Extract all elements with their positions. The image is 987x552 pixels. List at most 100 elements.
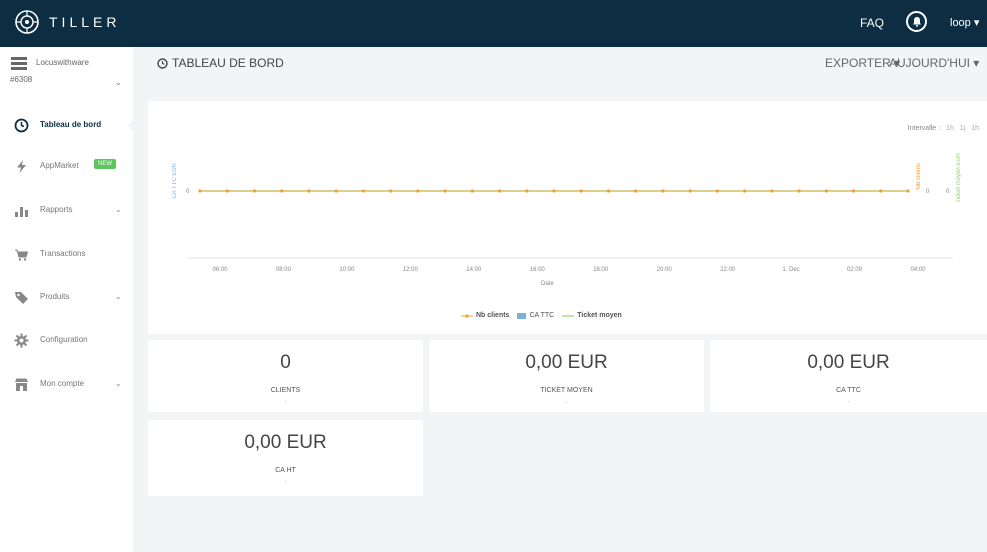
brand-logo[interactable]: TILLER [14,9,120,35]
faq-link[interactable]: FAQ [860,16,884,30]
data-point-nb-clients[interactable] [225,189,229,193]
data-point-nb-clients[interactable] [770,189,774,193]
kpi-card-ca-ttc: 0,00 EUR CA TTC - [710,340,987,412]
data-point-nb-clients[interactable] [797,189,801,193]
chevron-down-icon: ⌄ [115,292,122,301]
cart-icon [15,249,29,261]
legend-item-ticket[interactable]: Ticket moyen [562,312,622,319]
data-point-nb-clients[interactable] [389,189,393,193]
kpi-label: CLIENTS [270,387,301,394]
data-point-nb-clients[interactable] [334,189,338,193]
x-tick-label: 08:00 [275,267,291,273]
data-point-nb-clients[interactable] [361,189,365,193]
data-point-nb-clients[interactable] [743,189,747,193]
kpi-card-ticket: 0,00 EUR TICKET MOYEN - [429,340,704,412]
x-tick-label: 1. Dec [782,267,800,273]
data-point-nb-clients[interactable] [606,189,611,193]
data-point-nb-clients[interactable] [688,189,692,193]
kpi-card-clients: 0 CLIENTS - [148,340,423,412]
sidebar-item-reports[interactable]: Rapports ⌄ [0,198,133,224]
sidebar-item-configuration[interactable]: Configuration [0,328,133,354]
x-tick-label: 14:00 [466,267,482,273]
left-tick-label: 0 [186,189,190,195]
data-point-nb-clients[interactable] [252,189,257,193]
bell-icon [912,17,921,27]
data-point-nb-clients[interactable] [470,189,474,193]
x-axis-label: Date [541,281,554,287]
top-bar: TILLER FAQ loop ▾ [0,0,987,47]
kpi-card-ca-ht: 0,00 EUR CA HT - [148,420,423,496]
kpi-value: 0,00 EUR [525,352,608,373]
data-point-nb-clients[interactable] [906,189,910,193]
legend-line-marker [461,313,473,318]
store-selector[interactable]: Locuswithware #6308 ⌄ [10,55,130,95]
bolt-icon [17,160,26,173]
kpi-sub: - [847,399,850,406]
data-point-nb-clients[interactable] [851,189,856,193]
x-tick-label: 16:00 [529,267,545,273]
period-dropdown[interactable]: AUJOURD'HUI ▾ [889,56,979,70]
legend-line-marker [562,314,575,317]
data-point-nb-clients[interactable] [661,189,665,193]
x-tick-label: 04:00 [910,267,926,273]
tag-icon [15,292,28,304]
series-layer [198,189,910,193]
data-point-nb-clients[interactable] [198,189,202,193]
notifications-button[interactable] [906,11,927,32]
legend-box-marker [517,312,527,319]
data-point-nb-clients[interactable] [552,189,556,193]
sidebar-item-appmarket[interactable]: AppMarket NEW [0,154,133,180]
kpi-value: 0 [280,352,291,373]
kpi-label: TICKET MOYEN [540,387,593,394]
page-title-text: TABLEAU DE BORD [172,56,284,70]
data-point-nb-clients[interactable] [824,189,828,193]
store-name: Locuswithware [36,58,89,67]
right-tick-label-clients: 0 [926,189,930,195]
store-list-icon [11,57,27,70]
data-point-nb-clients[interactable] [443,189,447,193]
data-point-nb-clients[interactable] [525,189,529,193]
sidebar-item-label: Mon compte [40,379,85,388]
legend-item-ca-ttc[interactable]: CA TTC [517,312,554,319]
tiller-logo-icon [15,10,39,34]
store-icon [15,378,28,391]
data-point-nb-clients[interactable] [280,189,284,193]
data-point-nb-clients[interactable] [307,189,311,193]
legend-label: CA TTC [529,312,555,319]
clock-icon [157,57,168,69]
sidebar: Locuswithware #6308 ⌄ Tableau de bord Ap… [0,47,134,552]
x-tick-label: 06:00 [212,267,228,273]
data-point-nb-clients[interactable] [497,189,502,193]
data-point-nb-clients[interactable] [715,189,719,193]
kpi-value: 0,00 EUR [807,352,890,373]
data-point-nb-clients[interactable] [416,189,420,193]
new-badge: NEW [94,159,116,169]
kpi-label: CA TTC [836,387,861,394]
sidebar-item-label: Produits [40,292,70,301]
sidebar-item-label: AppMarket [40,161,79,170]
legend-item-clients[interactable]: Nb clients [461,312,509,319]
legend-label: Nb clients [476,312,510,319]
sidebar-item-account[interactable]: Mon compte ⌄ [0,372,133,398]
sidebar-item-label: Transactions [40,249,86,258]
kpi-sub: - [284,399,287,406]
chart-card: Intervalle : 1h 1j 1h CA TTC EUR Nb clie… [148,101,987,334]
chart-legend: Nb clients CA TTC Ticket moyen [461,312,630,319]
kpi-sub: - [284,479,287,486]
legend-label: Ticket moyen [577,312,622,319]
x-tick-label: 18:00 [593,267,609,273]
data-point-nb-clients[interactable] [634,189,638,193]
x-tick-label: 02:00 [847,267,863,273]
kpi-label: CA HT [275,467,296,474]
user-menu[interactable]: loop ▾ [950,16,979,29]
data-point-nb-clients[interactable] [879,189,883,193]
sidebar-item-dashboard[interactable]: Tableau de bord [0,113,134,139]
x-tick-label: 20:00 [656,267,672,273]
line-chart: 0 0 0 [186,189,953,259]
sidebar-item-label: Rapports [40,205,73,214]
sidebar-item-label: Configuration [40,335,88,344]
sidebar-item-products[interactable]: Produits ⌄ [0,285,133,311]
chevron-down-icon: ⌄ [115,78,122,87]
sidebar-item-transactions[interactable]: Transactions [0,242,133,268]
data-point-nb-clients[interactable] [579,189,583,193]
